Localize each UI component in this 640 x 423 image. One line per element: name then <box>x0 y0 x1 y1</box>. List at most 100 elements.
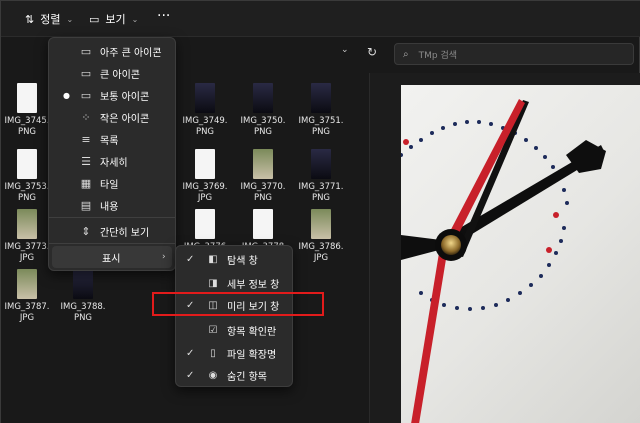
file-name: IMG_3749. <box>182 116 228 126</box>
file-extension: PNG <box>73 313 93 323</box>
nav-pane-icon: ◧ <box>208 253 218 265</box>
file-item[interactable]: IMG_3769. JPG <box>179 149 231 204</box>
view-menu-item[interactable]: ▤ 내용 <box>49 194 175 216</box>
file-item[interactable]: IMG_3770. PNG <box>237 149 289 204</box>
file-thumbnail <box>311 149 331 179</box>
tiles-icon: ▦ <box>80 176 92 190</box>
view-menu-item[interactable]: ☰ 자세히 <box>49 150 175 172</box>
show-submenu-item[interactable]: ☑ 항목 확인란 <box>176 319 292 341</box>
file-thumbnail <box>253 209 273 239</box>
view-menu-item-label: 타일 <box>100 179 119 191</box>
file-thumbnail <box>253 83 273 113</box>
checkbox-icon: ☑ <box>208 324 218 336</box>
file-name: IMG_3769. <box>182 182 228 192</box>
file-name: IMG_3753. <box>4 182 50 192</box>
chevron-down-icon: ⌄ <box>66 14 74 24</box>
view-menu-item[interactable]: ⁘ 작은 아이콘 <box>49 106 175 128</box>
view-menu-item-label: 작은 아이콘 <box>100 113 150 125</box>
view-dropdown-menu: ▭ 아주 큰 아이콘 ▭ 큰 아이콘 ● ▭ 보통 아이콘 ⁘ 작은 아이콘 ≡ 목록 ☰ 자세히 ▦ 타일… <box>48 37 176 271</box>
eye-icon: ◉ <box>208 369 218 381</box>
details-icon: ☰ <box>81 154 91 168</box>
address-history-chevron-icon[interactable]: ⌄ <box>341 45 349 55</box>
show-submenu-item[interactable]: ✓ ▯ 파일 확장명 <box>176 342 292 364</box>
monitor-icon: ▭ <box>80 66 92 80</box>
file-thumbnail <box>311 209 331 239</box>
checkmark-icon: ✓ <box>186 253 195 265</box>
file-thumbnail <box>73 269 93 299</box>
view-menu-item[interactable]: ● ▭ 보통 아이콘 <box>49 84 175 106</box>
view-menu-item[interactable]: ≡ 목록 <box>49 128 175 150</box>
file-thumbnail <box>17 209 37 239</box>
file-item[interactable]: IMG_3787. JPG <box>1 269 53 324</box>
file-item[interactable]: IMG_3786. JPG <box>295 209 347 264</box>
list-icon: ≡ <box>81 132 91 146</box>
search-box[interactable]: ⌕ TMp 검색 <box>394 43 634 65</box>
file-name: IMG_3750. <box>240 116 286 126</box>
file-item[interactable]: IMG_3773. JPG <box>1 209 53 264</box>
file-extension: PNG <box>17 127 37 137</box>
view-menu-item[interactable]: ▦ 타일 <box>49 172 175 194</box>
file-extension: PNG <box>311 127 331 137</box>
more-label: ··· <box>157 8 171 24</box>
file-item[interactable]: IMG_3771. PNG <box>295 149 347 204</box>
file-thumbnail <box>17 149 37 179</box>
show-submenu-item[interactable]: ✓ ◉ 숨긴 항목 <box>176 364 292 386</box>
file-explorer-window: ⇅ 정렬 ⌄ ▭ 보기 ⌄ ··· ⌄ ↻ ⌕ TMp 검색 IMG_3745.… <box>0 0 640 423</box>
file-name: IMG_3770. <box>240 182 286 192</box>
chevron-down-icon: ⌄ <box>131 14 139 24</box>
file-item[interactable]: IMG_3788. PNG <box>57 269 109 324</box>
file-extension: JPG <box>313 253 329 263</box>
menu-separator <box>49 217 175 218</box>
file-item[interactable]: IMG_3745. PNG <box>1 83 53 138</box>
show-submenu-item-label: 세부 정보 창 <box>227 279 280 291</box>
view-menu-item[interactable]: 표시 › <box>52 246 172 268</box>
file-item[interactable]: IMG_3750. PNG <box>237 83 289 138</box>
view-button[interactable]: ▭ 보기 ⌄ <box>89 10 138 28</box>
chevron-right-icon: › <box>162 252 166 262</box>
file-name: IMG_3788. <box>60 302 106 312</box>
highlight-annotation-box <box>152 292 324 316</box>
file-extension: PNG <box>195 127 215 137</box>
view-icon: ▭ <box>89 12 100 26</box>
compact-icon: ⇕ <box>81 224 91 238</box>
preview-image <box>401 85 640 423</box>
file-name: IMG_3787. <box>4 302 50 312</box>
file-thumbnail <box>253 149 273 179</box>
file-item[interactable]: IMG_3753. PNG <box>1 149 53 204</box>
view-menu-item[interactable]: ⇕ 간단히 보기 <box>49 220 175 242</box>
show-submenu: ✓ ◧ 탐색 창 ◨ 세부 정보 창 ✓ ◫ 미리 보기 창 ☑ 항목 확인란 ✓ ▯ 파일 확장명 ✓ ◉… <box>175 245 293 387</box>
show-submenu-item[interactable]: ✓ ◧ 탐색 창 <box>176 248 292 270</box>
monitor-icon: ▭ <box>80 88 92 102</box>
file-extension: JPG <box>197 193 213 203</box>
view-menu-item[interactable]: ▭ 큰 아이콘 <box>49 62 175 84</box>
view-menu-item-label: 큰 아이콘 <box>100 69 140 81</box>
search-placeholder: TMp 검색 <box>418 50 458 61</box>
file-thumbnail <box>17 83 37 113</box>
file-item[interactable]: IMG_3749. PNG <box>179 83 231 138</box>
file-thumbnail <box>195 83 215 113</box>
file-icon: ▯ <box>210 347 216 359</box>
file-extension: PNG <box>17 193 37 203</box>
view-label: 보기 <box>105 13 126 26</box>
view-menu-item-label: 간단히 보기 <box>100 227 150 239</box>
more-options-button[interactable]: ··· <box>157 7 170 25</box>
sort-label: 정렬 <box>40 13 61 26</box>
view-menu-item-label: 내용 <box>100 201 119 213</box>
show-submenu-item-label: 파일 확장명 <box>227 349 277 361</box>
file-thumbnail <box>17 269 37 299</box>
refresh-icon[interactable]: ↻ <box>367 45 377 59</box>
monitor-icon: ▭ <box>80 44 92 58</box>
view-menu-item[interactable]: ▭ 아주 큰 아이콘 <box>49 40 175 62</box>
show-submenu-item-label: 탐색 창 <box>227 255 258 267</box>
show-submenu-item[interactable]: ◨ 세부 정보 창 <box>176 272 292 294</box>
file-name: IMG_3745. <box>4 116 50 126</box>
sort-button[interactable]: ⇅ 정렬 ⌄ <box>25 10 73 28</box>
file-extension: PNG <box>253 127 273 137</box>
file-item[interactable]: IMG_3751. PNG <box>295 83 347 138</box>
search-icon: ⌕ <box>403 48 409 60</box>
selected-dot-icon: ● <box>63 90 70 100</box>
small-icons-icon: ⁘ <box>81 110 91 124</box>
clock-photo-illustration <box>401 99 606 423</box>
checkmark-icon: ✓ <box>186 347 195 359</box>
file-name: IMG_3786. <box>298 242 344 252</box>
